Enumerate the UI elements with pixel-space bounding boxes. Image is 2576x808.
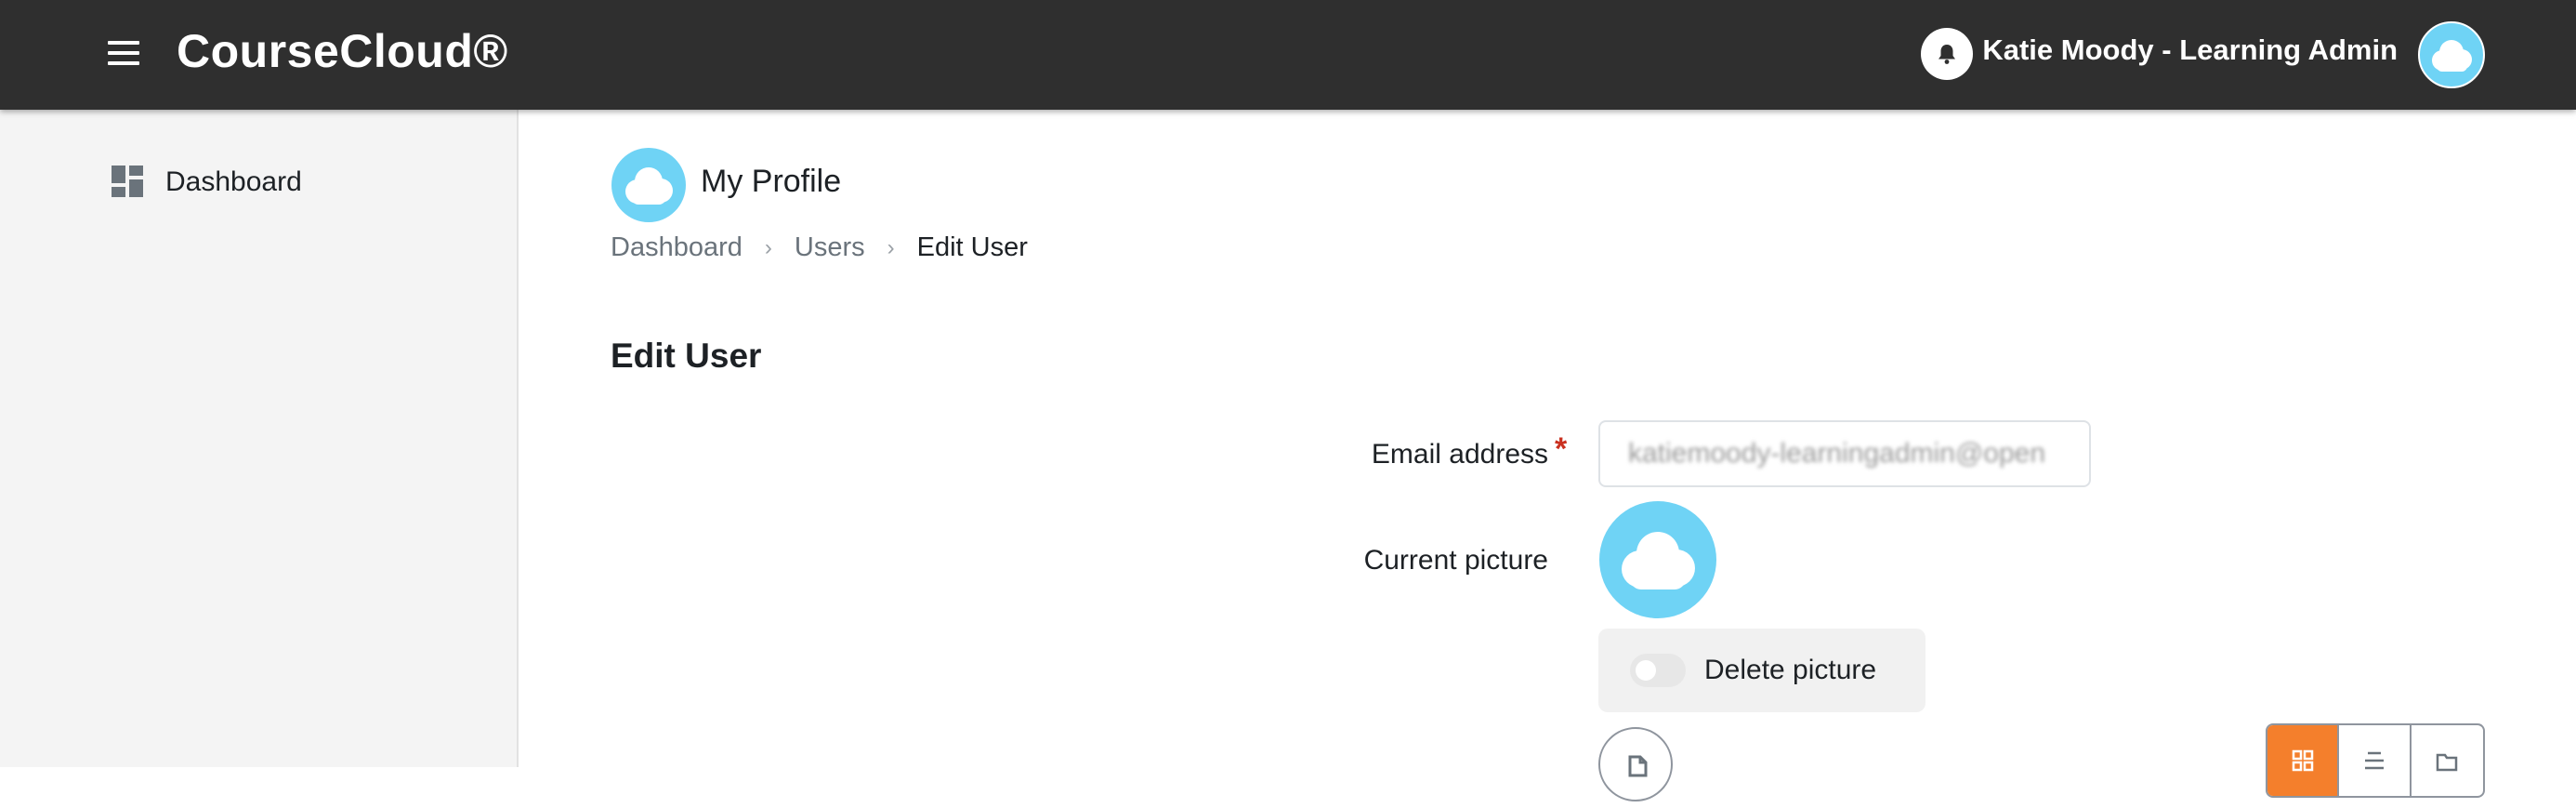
delete-picture-option: Delete picture <box>1598 629 1925 712</box>
chevron-right-icon: › <box>887 234 895 260</box>
menu-icon[interactable] <box>104 41 145 71</box>
breadcrumb-dashboard[interactable]: Dashboard <box>611 232 743 263</box>
delete-picture-label: Delete picture <box>1704 655 1877 685</box>
sidebar-item-dashboard[interactable]: Dashboard <box>112 166 302 199</box>
delete-picture-toggle[interactable] <box>1630 654 1686 687</box>
profile-avatar <box>611 147 687 223</box>
email-label: Email address <box>1371 439 1548 470</box>
file-icon <box>1628 755 1648 777</box>
view-mode-switch <box>2266 723 2485 798</box>
email-field[interactable] <box>1598 420 2091 487</box>
user-avatar[interactable] <box>2418 21 2485 88</box>
dashboard-icon <box>112 166 143 197</box>
sidebar: Dashboard <box>0 110 519 767</box>
list-view-icon[interactable] <box>2339 725 2412 796</box>
breadcrumb-current: Edit User <box>916 232 1028 262</box>
grid-view-icon[interactable] <box>2267 725 2340 796</box>
profile-title: My Profile <box>701 164 842 199</box>
breadcrumb-users[interactable]: Users <box>795 232 865 263</box>
page-title: Edit User <box>611 337 762 375</box>
required-icon: * <box>1555 431 1568 467</box>
top-navbar: CourseCloud® Katie Moody - Learning Admi… <box>0 0 2576 110</box>
file-picker-button[interactable] <box>1598 727 1673 801</box>
main-content: My Profile Dashboard › Users › Edit User… <box>519 110 2576 801</box>
user-menu-name[interactable]: Katie Moody - Learning Admin <box>1982 33 2398 67</box>
folder-view-icon[interactable] <box>2412 725 2483 796</box>
brand-logo[interactable]: CourseCloud® <box>177 24 508 78</box>
current-picture <box>1598 500 1717 619</box>
current-picture-label: Current picture <box>1363 545 1548 576</box>
breadcrumb: Dashboard › Users › Edit User <box>611 232 1028 263</box>
notification-bell-icon[interactable] <box>1921 28 1973 80</box>
chevron-right-icon: › <box>764 234 772 260</box>
sidebar-item-label: Dashboard <box>165 166 302 197</box>
